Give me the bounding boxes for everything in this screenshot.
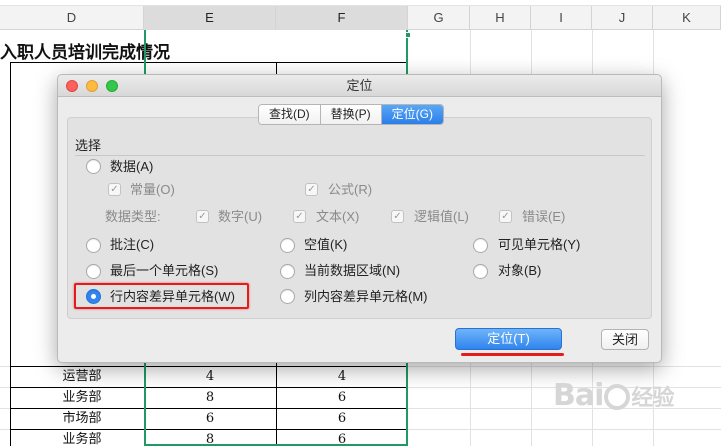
radio-objects[interactable] (473, 264, 488, 279)
checkbox-logical[interactable]: ✓ (391, 210, 404, 223)
column-header-g[interactable]: G (408, 6, 470, 30)
option-label-row-differences: 行内容差异单元格(W) (110, 289, 235, 304)
maximize-window-icon[interactable] (106, 80, 118, 92)
checkbox-constant[interactable]: ✓ (108, 183, 121, 196)
column-header-j[interactable]: J (592, 6, 653, 30)
radio-data[interactable] (86, 159, 101, 174)
option-label-text: 文本(X) (316, 209, 360, 224)
column-header-e[interactable]: E (144, 6, 276, 30)
radio-blank[interactable] (280, 238, 295, 253)
cell-dept[interactable]: 市场部 (20, 409, 144, 429)
dialog-titlebar[interactable]: 定位 (58, 75, 661, 97)
option-label-visible-cells: 可见单元格(Y) (498, 237, 581, 252)
data-type-label: 数据类型: (105, 209, 161, 224)
fill-handle[interactable] (405, 32, 411, 38)
cell-dept[interactable]: 运营部 (20, 367, 144, 387)
baidu-watermark-logo: Bai 经验 (553, 378, 713, 414)
option-label-constant: 常量(O) (130, 182, 175, 197)
locate-button[interactable]: 定位(T) (455, 328, 562, 350)
cell-dept[interactable]: 业务部 (20, 430, 144, 446)
option-label-error: 错误(E) (522, 209, 566, 224)
column-header-f[interactable]: F (276, 6, 408, 30)
column-header-k[interactable]: K (653, 6, 721, 30)
option-label-current-region: 当前数据区域(N) (304, 263, 401, 278)
close-window-icon[interactable] (66, 80, 78, 92)
tab-replace[interactable]: 替换(P) (320, 105, 382, 124)
close-button[interactable]: 关闭 (601, 329, 649, 350)
column-header-row: D E F G H I J K (0, 5, 721, 30)
option-label-data: 数据(A) (110, 159, 154, 174)
option-label-blank: 空值(K) (304, 237, 348, 252)
tab-goto[interactable]: 定位(G) (381, 105, 443, 124)
option-label-comment: 批注(C) (110, 237, 155, 252)
radio-column-differences[interactable] (280, 289, 295, 304)
radio-visible-cells[interactable] (473, 238, 488, 253)
option-label-logical: 逻辑值(L) (414, 209, 469, 224)
watermark-brand: Bai (553, 378, 604, 413)
radio-comment[interactable] (86, 238, 101, 253)
option-label-number: 数字(U) (218, 209, 263, 224)
option-label-last-cell: 最后一个单元格(S) (110, 263, 219, 278)
column-header-i[interactable]: I (531, 6, 592, 30)
column-header-h[interactable]: H (470, 6, 531, 30)
option-label-formula: 公式(R) (328, 182, 373, 197)
radio-current-region[interactable] (280, 264, 295, 279)
group-divider (75, 155, 645, 156)
checkbox-error[interactable]: ✓ (499, 210, 512, 223)
radio-last-cell[interactable] (86, 264, 101, 279)
checkbox-text[interactable]: ✓ (293, 210, 306, 223)
highlight-underline (461, 353, 564, 356)
paw-icon (604, 383, 631, 410)
dialog-tabs: 查找(D) 替换(P) 定位(G) (258, 104, 444, 125)
option-label-objects: 对象(B) (498, 263, 542, 278)
go-to-dialog: 定位 查找(D) 替换(P) 定位(G) 选择 数据(A) ✓ 常量(O) ✓ … (57, 74, 662, 363)
group-label-select: 选择 (75, 138, 102, 153)
radio-row-differences[interactable] (86, 289, 101, 304)
watermark-suffix: 经验 (631, 386, 674, 411)
cell-dept[interactable]: 业务部 (20, 388, 144, 408)
table-border (10, 62, 11, 446)
checkbox-formula[interactable]: ✓ (305, 183, 318, 196)
tab-find[interactable]: 查找(D) (259, 105, 321, 124)
minimize-window-icon[interactable] (86, 80, 98, 92)
option-label-column-differences: 列内容差异单元格(M) (304, 289, 428, 304)
dialog-title: 定位 (346, 78, 373, 93)
column-header-d[interactable]: D (0, 6, 144, 30)
checkbox-number[interactable]: ✓ (196, 210, 209, 223)
